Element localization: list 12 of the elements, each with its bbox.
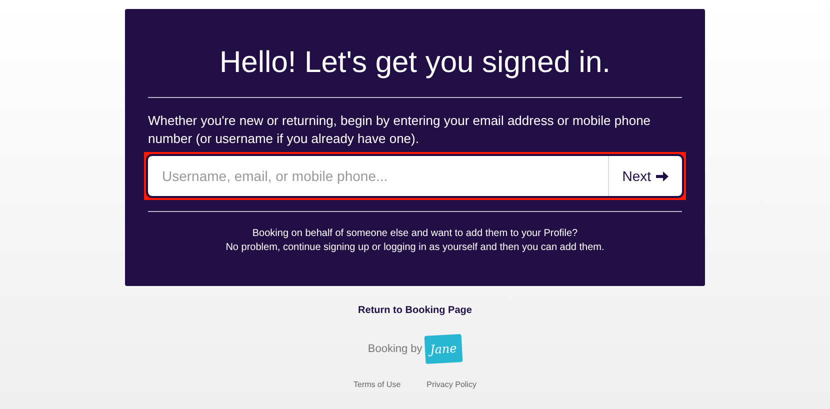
login-field[interactable]: Username, email, or mobile phone... [148,156,608,196]
arrow-right-icon [655,170,669,182]
info-text: No problem, continue signing up or logging in as yourself and then you can add them. [226,241,604,254]
footer-link[interactable]: Privacy Policy [426,379,476,391]
next-button[interactable]: Next [608,156,682,196]
jane-logo: Jane [424,334,463,364]
card-title: Hello! Let's get you signed in. [218,45,612,81]
footer-link[interactable]: Terms of Use [354,379,401,391]
booking-by-text: Booking by [368,342,422,357]
return-link[interactable]: Return to Booking Page [358,303,472,318]
intro-text: Whether you're new or returning, begin by entering your email address or mobile phone number (or username if you already have one). [148,112,652,148]
info-text: Booking on behalf of someone else and want to add them to your Profile? [252,227,578,240]
